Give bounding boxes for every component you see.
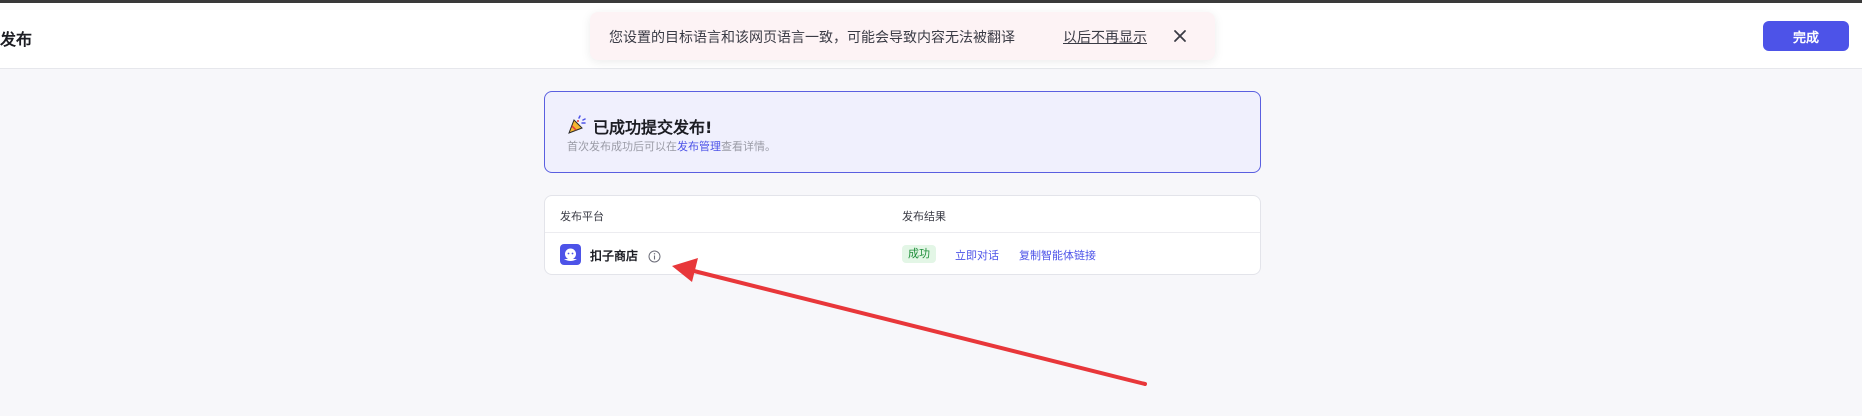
info-icon[interactable] [648,248,661,263]
dont-show-again-link[interactable]: 以后不再显示 [1063,27,1147,47]
column-header-platform: 发布平台 [560,210,604,223]
publish-success-card: 已成功提交发布! 首次发布成功后可以在发布管理查看详情。 [544,91,1261,173]
toast-message: 您设置的目标语言和该网页语言一致，可能会导致内容无法被翻译 [609,30,1015,46]
copy-agent-link[interactable]: 复制智能体链接 [1019,247,1096,263]
row-divider [545,232,1260,233]
platform-name: 扣子商店 [590,249,639,263]
success-desc-suffix: 查看详情。 [721,140,776,153]
success-title: 已成功提交发布! [593,118,713,137]
status-badge: 成功 [902,245,936,263]
coze-store-logo-icon [560,244,581,265]
close-icon[interactable] [1170,26,1190,46]
translation-warning-toast: 您设置的目标语言和该网页语言一致，可能会导致内容无法被翻译 以后不再显示 [590,12,1215,60]
column-header-result: 发布结果 [902,210,946,223]
success-desc-prefix: 首次发布成功后可以在 [567,140,677,153]
success-description: 首次发布成功后可以在发布管理查看详情。 [567,138,776,154]
publish-management-link[interactable]: 发布管理 [677,140,721,153]
page-title: 发布 [0,30,33,49]
done-button[interactable]: 完成 [1763,21,1849,51]
chat-now-link[interactable]: 立即对话 [955,247,999,263]
publish-result-table: 发布平台 发布结果 扣子商店 成功 立即对话 复制智能体链接 [544,195,1261,275]
party-popper-icon [567,115,587,135]
